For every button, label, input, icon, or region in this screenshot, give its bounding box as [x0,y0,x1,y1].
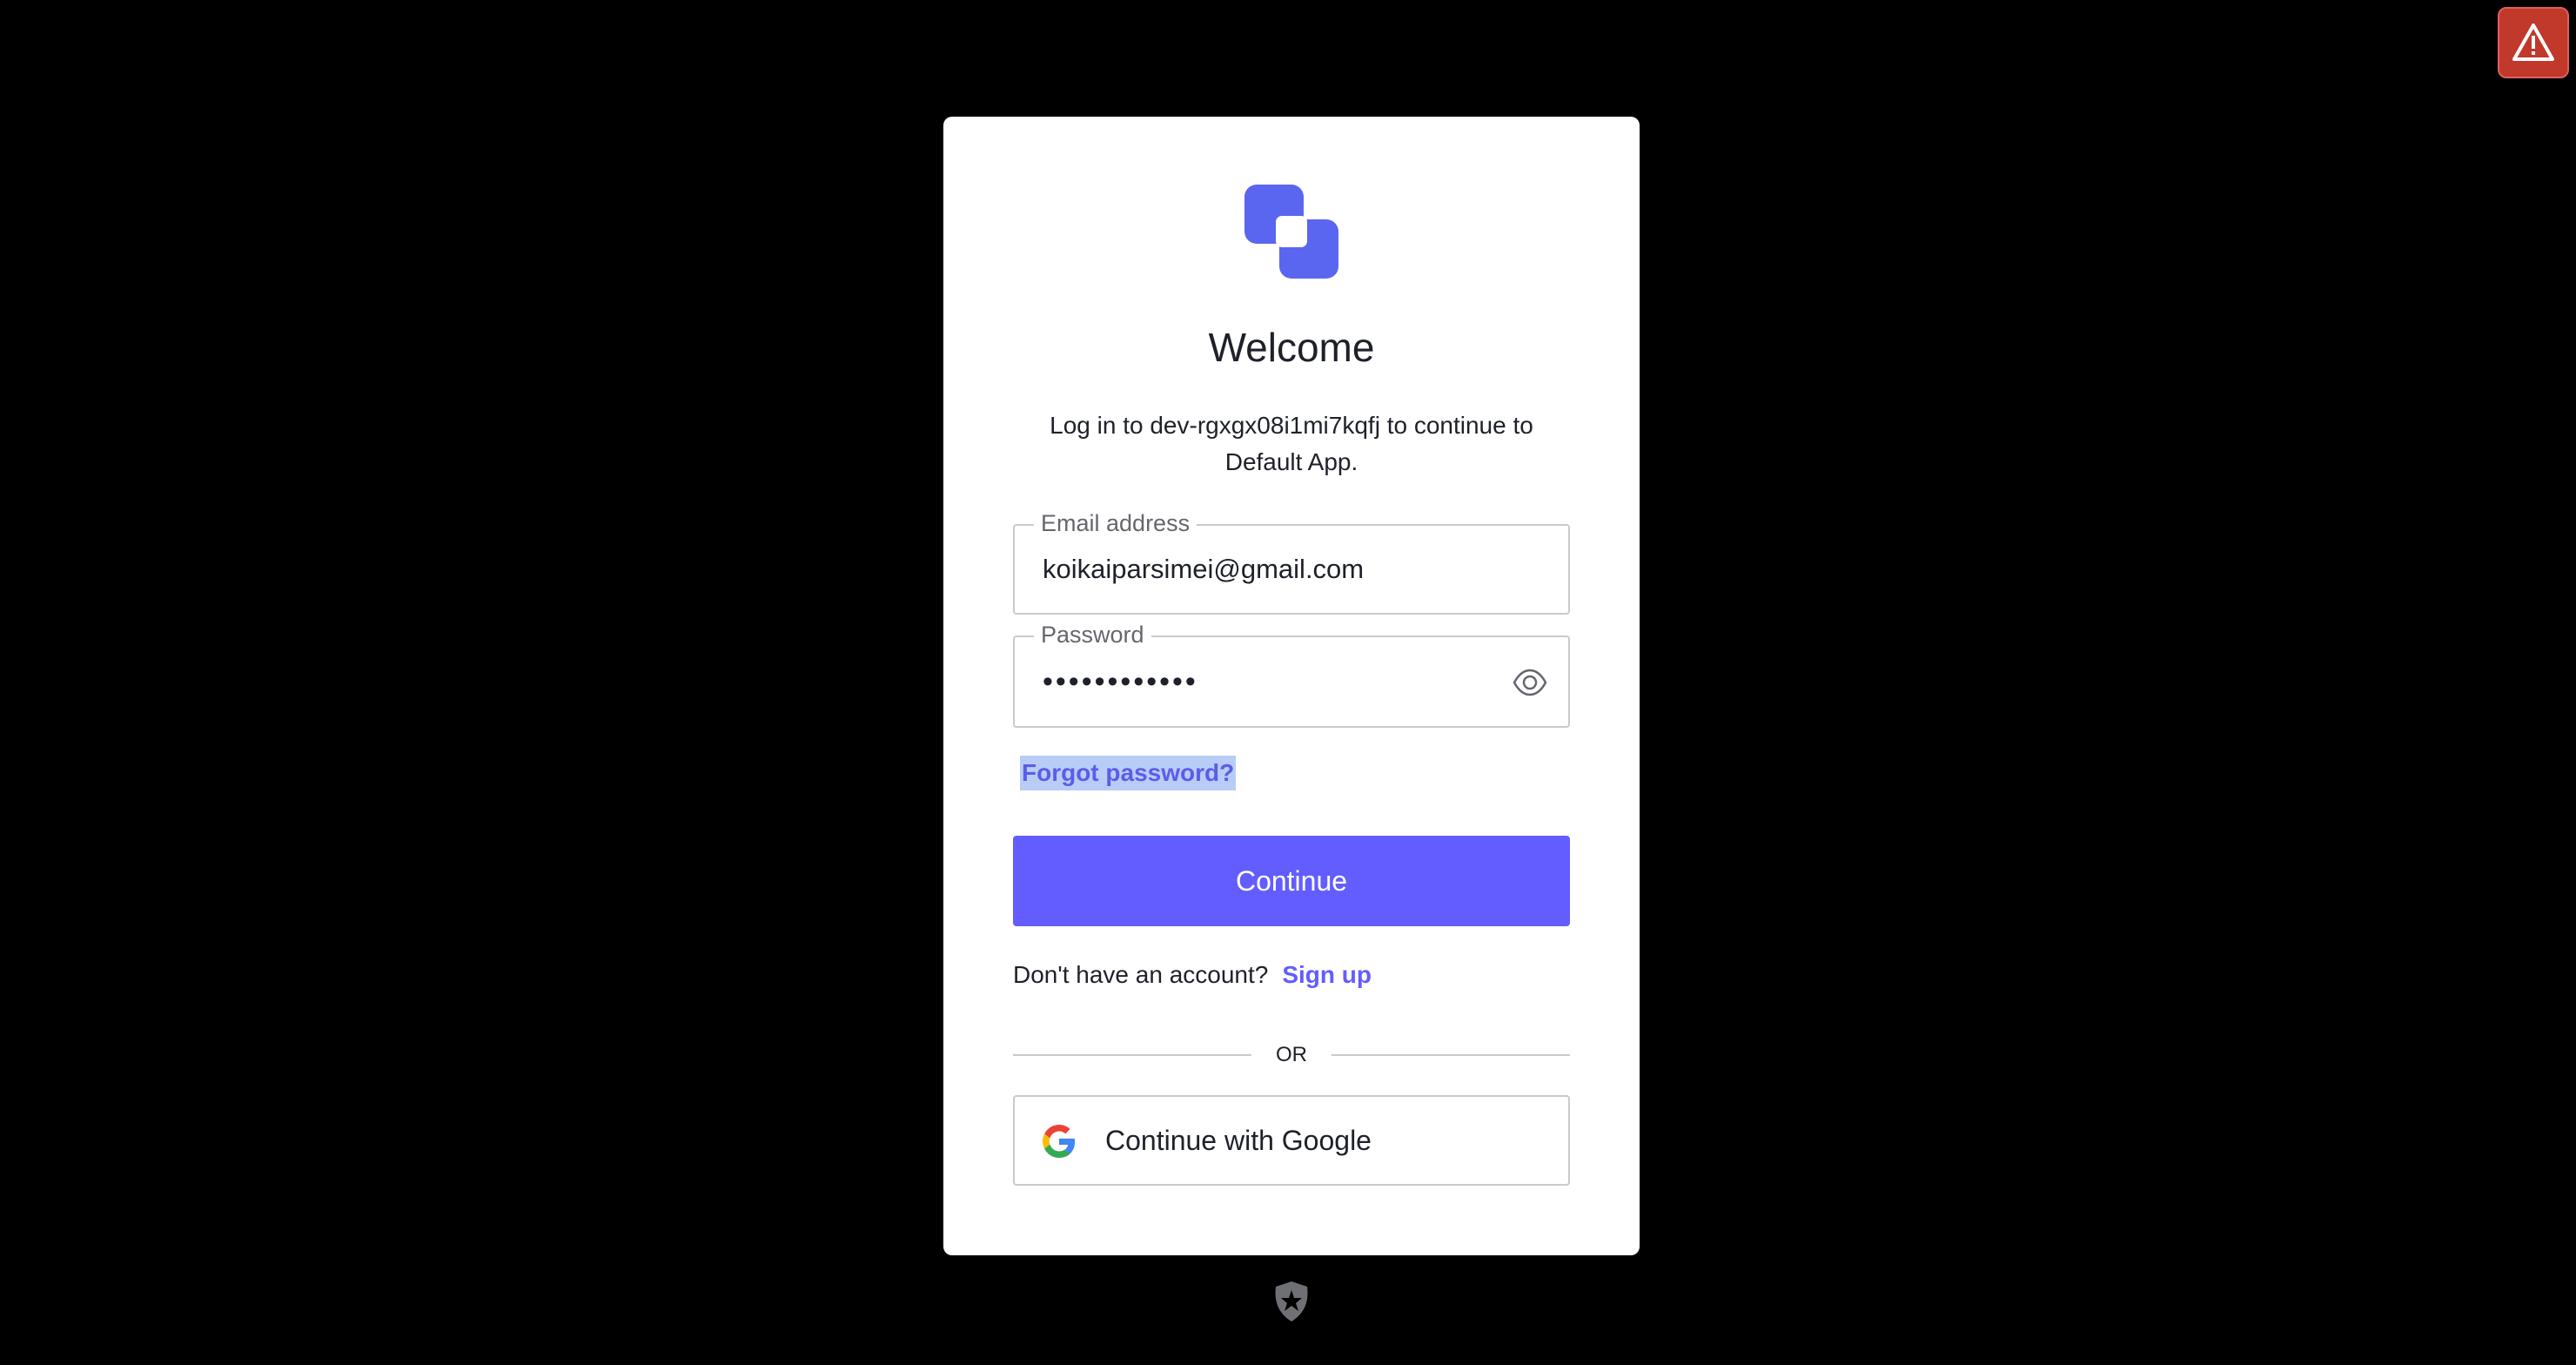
forgot-password-link[interactable]: Forgot password? [1020,756,1237,790]
continue-button[interactable]: Continue [1013,836,1570,926]
signup-row: Don't have an account? Sign up [1013,958,1372,992]
warning-button[interactable] [2498,7,2569,78]
signup-link[interactable]: Sign up [1282,958,1372,992]
warning-triangle-icon [2512,24,2554,61]
login-card: Welcome Log in to dev-rgxgx08i1mi7kqfj t… [943,117,1640,1255]
continue-with-google-button[interactable]: Continue with Google [1013,1095,1570,1186]
page-subtitle: Log in to dev-rgxgx08i1mi7kqfj to contin… [1050,412,1533,475]
or-divider: OR [1013,1039,1570,1071]
password-input[interactable]: •••••••••••• [1043,637,1198,726]
login-page: Welcome Log in to dev-rgxgx08i1mi7kqfj t… [0,0,2576,1365]
overlapping-squares-logo-icon [1244,185,1338,279]
google-button-label: Continue with Google [1105,1124,1372,1156]
password-field[interactable]: Password •••••••••••• [1013,620,1570,728]
google-g-icon [1043,1125,1076,1158]
email-input[interactable]: koikaiparsimei@gmail.com [1043,526,1364,613]
divider-line-right [1332,1054,1570,1056]
page-title: Welcome [1208,325,1375,370]
auth0-shield-icon [1275,1281,1308,1321]
signup-prompt: Don't have an account? [1013,961,1269,988]
divider-text: OR [1276,1043,1307,1066]
email-field[interactable]: Email address koikaiparsimei@gmail.com [1013,508,1570,615]
eye-icon[interactable] [1513,667,1547,698]
divider-line-left [1013,1054,1251,1056]
